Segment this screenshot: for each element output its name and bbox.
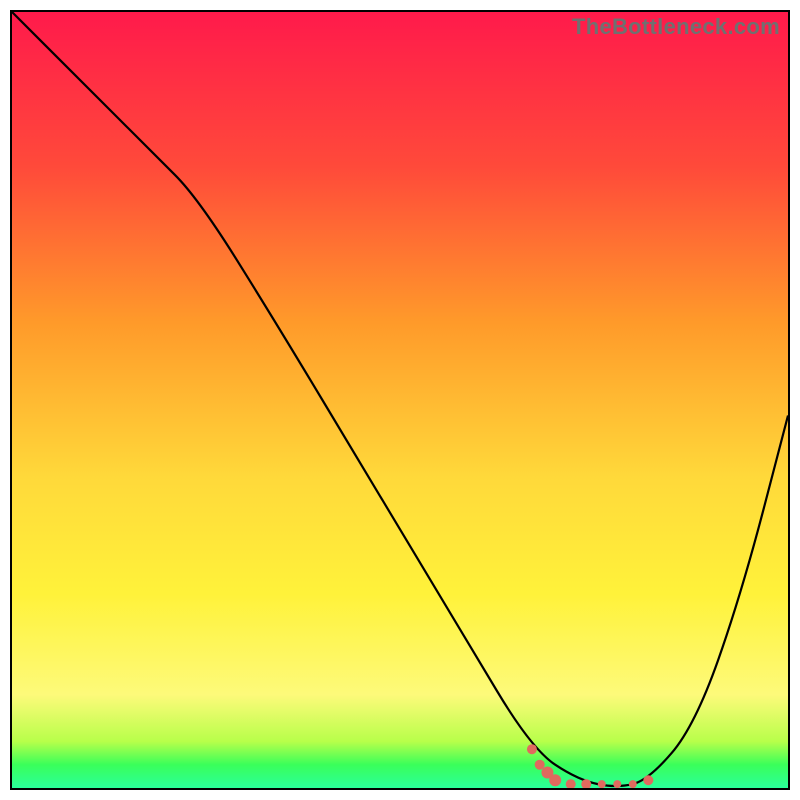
marker-point — [535, 760, 545, 770]
marker-point — [643, 775, 653, 785]
chart-frame — [10, 10, 790, 790]
marker-point — [629, 780, 637, 788]
marker-point — [527, 744, 537, 754]
marker-point — [598, 780, 606, 788]
marker-point — [549, 774, 561, 786]
marker-point — [613, 780, 621, 788]
watermark-text: TheBottleneck.com — [572, 14, 780, 40]
bottleneck-chart — [12, 12, 788, 788]
